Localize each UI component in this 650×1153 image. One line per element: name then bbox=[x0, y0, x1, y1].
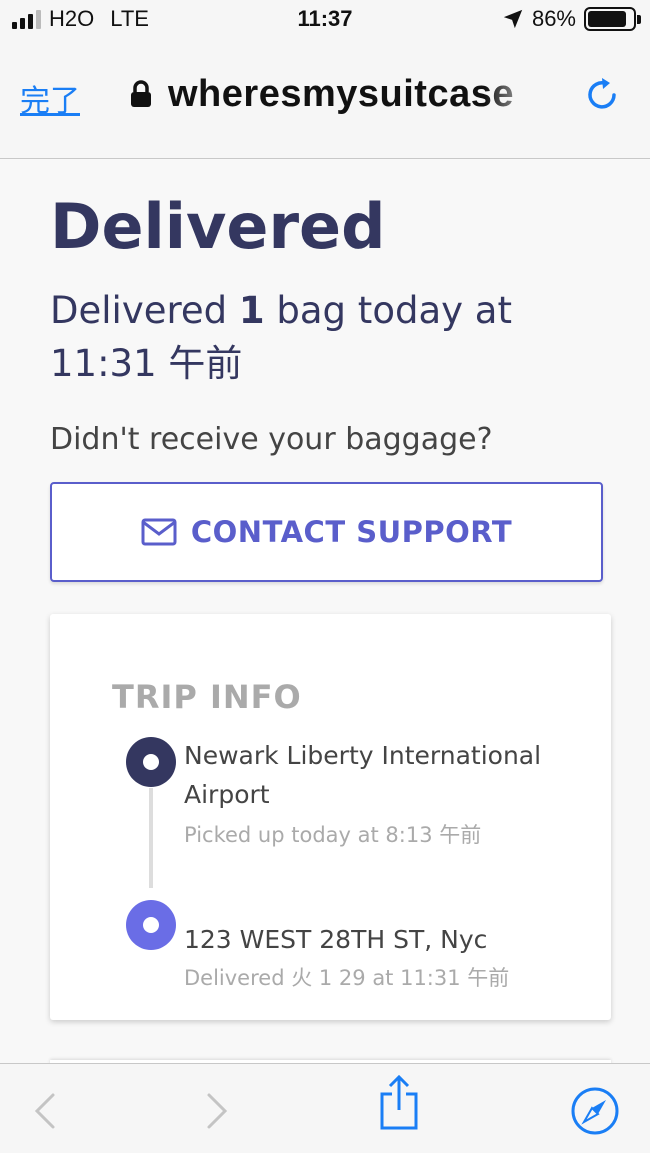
browser-address-bar: 完了 wheresmysuitcase bbox=[0, 42, 650, 159]
share-button[interactable] bbox=[374, 1074, 424, 1130]
trip-info-title: TRIP INFO bbox=[112, 678, 302, 716]
origin-marker-icon bbox=[126, 737, 176, 787]
delivery-summary-prefix: Delivered bbox=[50, 289, 239, 332]
origin-name: Newark Liberty International Airport bbox=[184, 741, 542, 809]
destination-marker-icon bbox=[126, 900, 176, 950]
origin-detail: Picked up today at 8:13 午前 bbox=[184, 823, 482, 847]
url-field[interactable]: wheresmysuitcase bbox=[130, 70, 545, 118]
destination-detail: Delivered 火 1 29 at 11:31 午前 bbox=[184, 966, 510, 990]
battery-icon bbox=[584, 7, 641, 31]
destination-name: 123 WEST 28TH ST, Nyc bbox=[184, 925, 488, 954]
page-content: Delivered Delivered 1 bag today at 11:31… bbox=[0, 160, 650, 1063]
lock-icon bbox=[131, 80, 151, 107]
page-title: Delivered bbox=[50, 190, 386, 263]
back-button[interactable] bbox=[20, 1086, 70, 1136]
status-right: 86% bbox=[502, 6, 641, 32]
delivery-summary: Delivered 1 bag today at 11:31 午前 bbox=[50, 284, 610, 390]
mail-icon bbox=[141, 518, 177, 546]
browser-toolbar bbox=[0, 1063, 650, 1153]
compass-icon bbox=[571, 1087, 619, 1135]
battery-fill bbox=[588, 11, 626, 27]
contact-support-button[interactable]: CONTACT SUPPORT bbox=[50, 482, 603, 582]
bag-count: 1 bbox=[238, 289, 265, 332]
safari-button[interactable] bbox=[570, 1086, 620, 1136]
forward-button[interactable] bbox=[192, 1086, 242, 1136]
trip-info-card: TRIP INFO Newark Liberty International A… bbox=[50, 614, 611, 1020]
location-arrow-icon bbox=[503, 9, 523, 29]
chevron-left-icon bbox=[34, 1093, 55, 1129]
share-icon bbox=[380, 1074, 418, 1130]
reload-icon[interactable] bbox=[582, 74, 622, 114]
status-bar: H2O LTE 11:37 86% bbox=[0, 0, 650, 42]
baggage-question: Didn't receive your baggage? bbox=[50, 422, 493, 457]
url-text: wheresmysuitcase bbox=[168, 72, 514, 115]
chevron-right-icon bbox=[207, 1093, 228, 1129]
done-button[interactable]: 完了 bbox=[20, 76, 80, 120]
timeline-connector bbox=[149, 788, 153, 888]
battery-percent: 86% bbox=[531, 6, 576, 31]
contact-support-label: CONTACT SUPPORT bbox=[190, 515, 513, 549]
